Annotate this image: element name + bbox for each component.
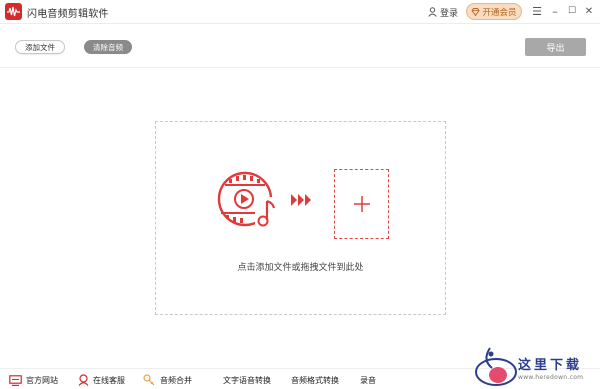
text-speech-link[interactable]: 文字语音转换 — [223, 373, 271, 387]
audio-format-convert-label: 音频格式转换 — [291, 375, 339, 385]
official-website-link[interactable]: 官方网站 — [9, 373, 58, 387]
watermark-title: 这里下载 — [518, 358, 583, 373]
text-speech-label: 文字语音转换 — [223, 375, 271, 385]
drop-hint-text: 点击添加文件或拖拽文件到此处 — [237, 263, 364, 273]
online-support-link[interactable]: 在线客服 — [78, 373, 125, 387]
recording-link[interactable]: 录音 — [360, 373, 376, 387]
merge-icon — [143, 374, 155, 386]
menu-icon[interactable]: ☰ — [530, 4, 544, 18]
title-bar: 闪电音频剪辑软件 登录 开通会员 ☰ – ☐ ✕ — [0, 0, 600, 24]
audio-format-convert-link[interactable]: 音频格式转换 — [291, 373, 339, 387]
watermark: 这里下载 www.heredown.com — [470, 346, 600, 389]
add-file-box[interactable] — [334, 169, 389, 239]
watermark-logo-icon — [475, 347, 517, 386]
audio-merge-label: 音频合并 — [160, 375, 192, 385]
audio-merge-link[interactable]: 音频合并 — [143, 373, 192, 387]
arrows-right-icon — [291, 194, 311, 206]
video-audio-icon — [217, 171, 277, 227]
official-website-label: 官方网站 — [26, 375, 58, 385]
toolbar: 添加文件 清除音频 导出 — [0, 24, 600, 68]
open-membership-button[interactable]: 开通会员 — [466, 3, 522, 20]
recording-label: 录音 — [360, 375, 376, 385]
login-label: 登录 — [440, 8, 459, 19]
add-file-button[interactable]: 添加文件 — [15, 40, 65, 54]
diamond-icon — [471, 7, 481, 16]
monitor-icon — [9, 374, 22, 386]
minimize-icon[interactable]: – — [548, 4, 562, 18]
user-icon — [428, 7, 437, 17]
plus-icon — [353, 196, 370, 212]
clear-audio-button[interactable]: 清除音频 — [84, 40, 132, 54]
app-logo-icon — [5, 3, 22, 20]
export-button[interactable]: 导出 — [525, 38, 586, 56]
login-button[interactable]: 登录 — [428, 5, 458, 19]
close-icon[interactable]: ✕ — [582, 4, 596, 18]
app-title: 闪电音频剪辑软件 — [27, 9, 109, 20]
file-drop-zone[interactable]: 点击添加文件或拖拽文件到此处 — [155, 121, 446, 315]
headset-icon — [78, 374, 89, 386]
maximize-icon[interactable]: ☐ — [565, 4, 579, 18]
online-support-label: 在线客服 — [93, 375, 125, 385]
watermark-url: www.heredown.com — [518, 374, 584, 381]
member-label: 开通会员 — [482, 7, 517, 18]
